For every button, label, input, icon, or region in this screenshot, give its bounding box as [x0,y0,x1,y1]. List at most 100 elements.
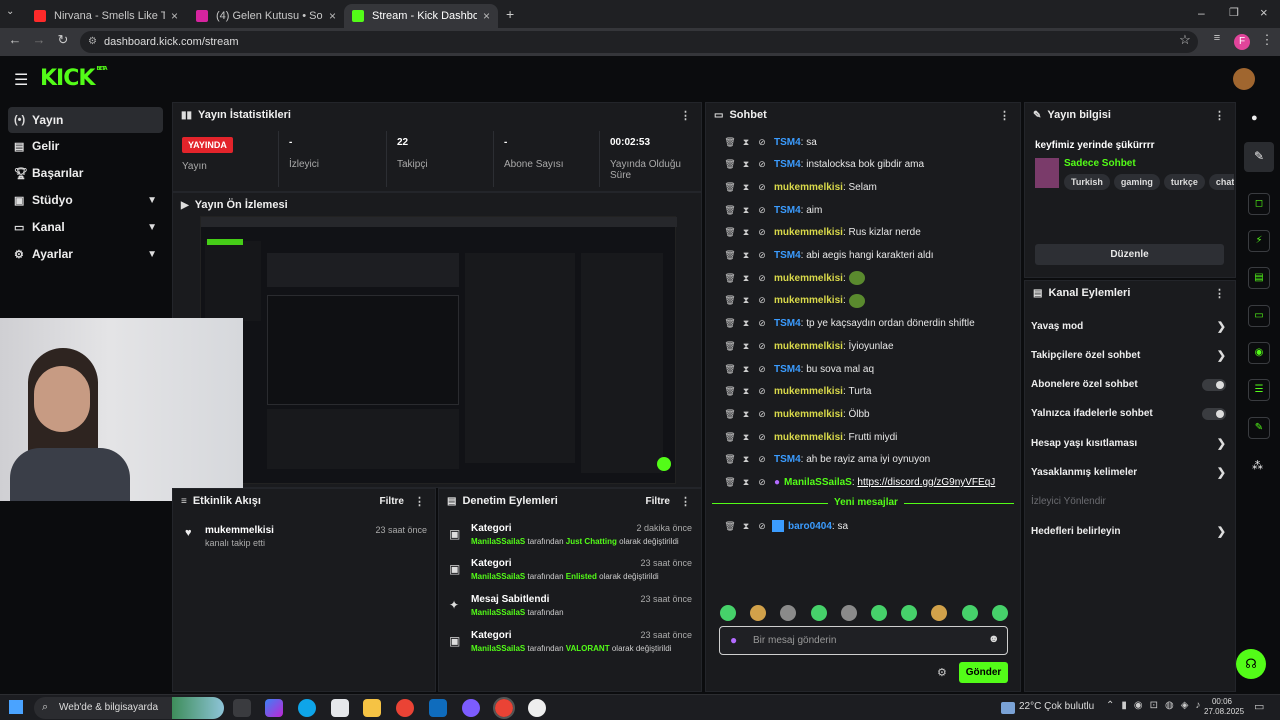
tab-instagram[interactable]: (4) Gelen Kutusu • Sohbetler × [188,4,344,28]
profile-avatar[interactable]: F [1234,34,1250,50]
timeout-icon[interactable]: ⧗ [738,159,754,170]
timeout-icon[interactable]: ⧗ [738,137,754,148]
windows-start-icon[interactable] [9,700,23,714]
site-info-icon[interactable]: ⚙ [88,31,97,53]
more-options-icon[interactable]: ⋮ [680,495,691,508]
chat-username[interactable]: TSM4 [774,250,801,261]
sidebar-item-basarilar[interactable]: 🏆︎ Başarılar [8,160,163,186]
trash-icon[interactable]: 🗑︎ [722,341,738,352]
clipboard-icon[interactable]: ▤ [1248,267,1270,289]
discord-icon[interactable] [462,699,480,717]
chat-username[interactable]: mukemmelkisi [774,273,843,284]
trash-icon[interactable]: 🗑︎ [722,137,738,148]
send-button[interactable]: Gönder [959,662,1008,683]
system-tray-icons[interactable]: ⌃▮◉⊡◍◈♪ [1106,700,1207,711]
store-icon[interactable] [331,699,349,717]
ban-icon[interactable]: ⊘ [754,341,770,352]
toggle-switch[interactable] [1202,378,1226,391]
chat-settings-icon[interactable]: ⚙ [937,666,947,679]
timeout-icon[interactable]: ⧗ [738,386,754,397]
timeout-icon[interactable]: ⧗ [738,295,754,306]
ban-icon[interactable]: ⊘ [754,159,770,170]
bookmark-star-icon[interactable]: ☆ [1176,32,1194,48]
filter-button[interactable]: Filtre [646,496,670,507]
chat-username[interactable]: TSM4 [774,364,801,375]
quick-emote-icon[interactable] [840,605,857,621]
hamburger-menu-icon[interactable]: ☰ [14,70,28,90]
sidebar-item-studyo[interactable]: ▣ Stüdyo ▼ [8,187,163,213]
stream-category[interactable]: Sadece Sohbet [1064,158,1136,169]
close-icon[interactable]: × [329,9,336,23]
edge-icon[interactable] [298,699,316,717]
trash-icon[interactable]: 🗑︎ [722,521,738,532]
chat-username[interactable]: TSM4 [774,318,801,329]
channel-action-item[interactable]: Abonelere özel sohbet [1031,374,1226,396]
timeout-icon[interactable]: ⧗ [738,205,754,216]
chat-username[interactable]: mukemmelkisi [774,409,843,420]
toggle-switch[interactable] [1202,407,1226,420]
forward-icon[interactable]: → [30,32,48,47]
chat-text[interactable]: https://discord.gg/zG9nyVFEqJ [857,477,995,488]
layout-icon[interactable]: ☰ [1248,379,1270,401]
reload-icon[interactable]: ↻ [54,32,72,48]
quick-emote-icon[interactable] [720,605,736,621]
chat-username[interactable]: ManilaSSailaS [784,477,852,488]
timeout-icon[interactable]: ⧗ [738,227,754,238]
quick-emote-icon[interactable] [961,605,978,621]
trash-icon[interactable]: 🗑︎ [722,386,738,397]
quick-emote-icon[interactable] [810,605,827,621]
window-close-icon[interactable]: × [1260,5,1268,20]
tab-nirvana[interactable]: Nirvana - Smells Like Teen × [26,4,186,28]
channel-action-item[interactable]: Hedefleri belirleyin ❯ [1031,520,1226,542]
user-avatar[interactable] [1233,68,1255,90]
chat-username[interactable]: TSM4 [774,159,801,170]
clock[interactable]: 00:06 27.08.2025 [1204,697,1244,717]
new-tab-icon[interactable]: + [506,6,514,22]
stream-preview-video[interactable] [200,216,677,484]
ban-icon[interactable]: ⊘ [754,364,770,375]
trash-icon[interactable]: 🗑︎ [722,454,738,465]
timeout-icon[interactable]: ⧗ [738,432,754,443]
channel-action-item[interactable]: Yavaş mod ❯ [1031,315,1226,337]
tab-search-icon[interactable]: ⌄ [6,6,14,17]
trash-icon[interactable]: 🗑︎ [722,295,738,306]
outlook-icon[interactable] [429,699,447,717]
timeout-icon[interactable]: ⧗ [738,318,754,329]
moderation-actor[interactable]: ManilaSSailaS [471,537,525,546]
kick-logo[interactable]: KICK BETA [40,66,108,91]
ban-icon[interactable]: ⊘ [754,432,770,443]
url-field[interactable]: ⚙ dashboard.kick.com/stream [80,31,1198,53]
ban-icon[interactable]: ⊘ [754,318,770,329]
mic-icon[interactable]: ● [730,633,737,647]
timeout-icon[interactable]: ⧗ [738,477,754,488]
moderation-actor[interactable]: ManilaSSailaS [471,608,525,617]
weather-text[interactable]: 22°C Çok bulutlu [1019,701,1094,712]
filter-button[interactable]: Filtre [380,496,404,507]
trash-icon[interactable]: 🗑︎ [722,205,738,216]
more-options-icon[interactable]: ⋮ [680,109,691,122]
trash-icon[interactable]: 🗑︎ [722,477,738,488]
apps-icon[interactable]: ⁂ [1252,459,1263,472]
chat-username[interactable]: mukemmelkisi [774,341,843,352]
taskbar-search[interactable]: ⌕ Web'de & bilgisayarda [34,697,224,719]
emoji-picker-icon[interactable]: ☻ [988,633,1000,645]
channel-action-item[interactable]: Hesap yaşı kısıtlaması ❯ [1031,432,1226,454]
support-chat-icon[interactable]: ☊ [1236,649,1266,679]
trash-icon[interactable]: 🗑︎ [722,182,738,193]
restore-icon[interactable]: ❐ [1229,6,1239,19]
chat-username[interactable]: mukemmelkisi [774,386,843,397]
trash-icon[interactable]: 🗑︎ [722,409,738,420]
ban-icon[interactable]: ⊘ [754,205,770,216]
chrome-active-icon[interactable] [493,697,515,719]
chat-username[interactable]: TSM4 [774,205,801,216]
timeout-icon[interactable]: ⧗ [738,364,754,375]
more-options-icon[interactable]: ⋮ [1214,109,1225,122]
ban-icon[interactable]: ⊘ [754,454,770,465]
notification-icon[interactable]: ▭ [1254,700,1264,713]
back-icon[interactable]: ← [6,32,24,47]
message-icon[interactable]: ▭ [1248,305,1270,327]
sidebar-item-ayarlar[interactable]: ⚙ Ayarlar ▼ [8,241,163,267]
edit-button[interactable]: Düzenle [1035,244,1224,265]
channel-action-item[interactable]: Takipçilere özel sohbet ❯ [1031,344,1226,366]
ban-icon[interactable]: ⊘ [754,273,770,284]
